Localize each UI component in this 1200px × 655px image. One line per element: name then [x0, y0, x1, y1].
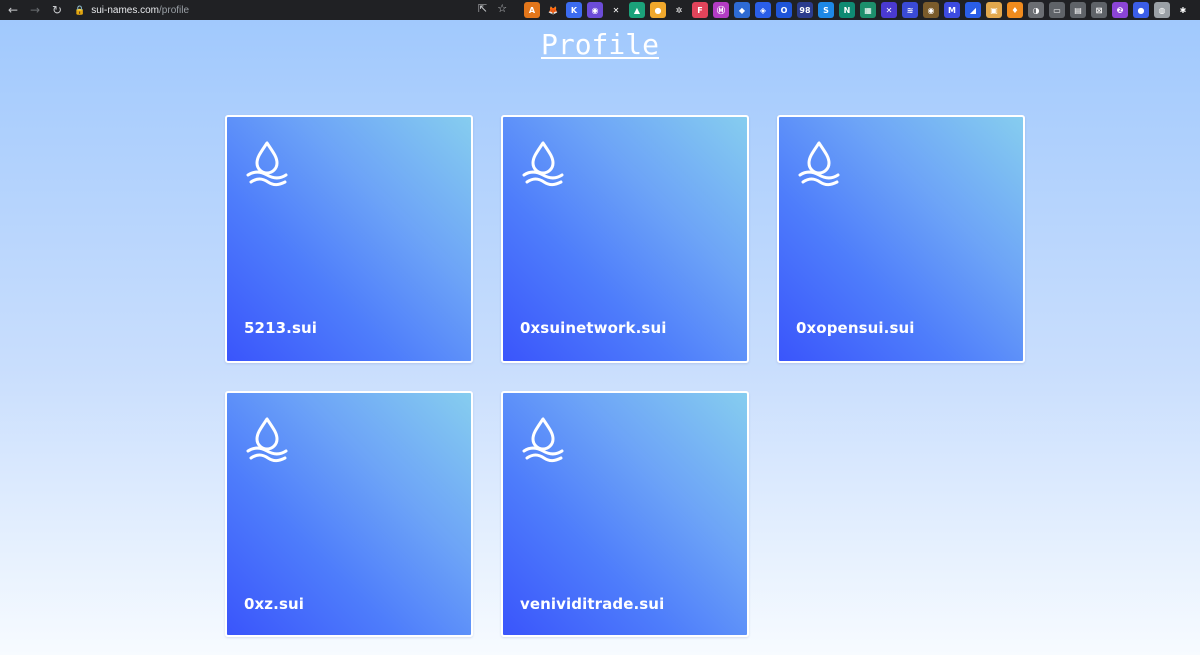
name-card[interactable]: 5213.sui — [225, 115, 473, 363]
extension-icon[interactable]: ✕ — [608, 2, 624, 18]
extension-icon[interactable]: ▲ — [629, 2, 645, 18]
extension-icon[interactable]: 98 — [797, 2, 813, 18]
card-name: 5213.sui — [244, 319, 317, 337]
url-path: /profile — [159, 4, 190, 16]
extension-icon[interactable]: M — [944, 2, 960, 18]
reload-icon[interactable]: ↻ — [48, 1, 66, 19]
extension-icon[interactable]: ✱ — [1175, 2, 1191, 18]
extension-icon[interactable]: 🦊 — [545, 2, 561, 18]
extension-icon[interactable]: ◈ — [755, 2, 771, 18]
page-title: Profile — [540, 28, 659, 61]
sui-drop-icon — [798, 141, 840, 187]
url-domain: sui-names.com — [91, 4, 160, 16]
share-icon[interactable]: ⇱ — [478, 2, 487, 15]
extension-icon[interactable]: ◉ — [923, 2, 939, 18]
name-card[interactable]: 0xsuinetwork.sui — [501, 115, 749, 363]
sui-drop-icon — [246, 417, 288, 463]
sui-drop-icon — [522, 141, 564, 187]
extension-icon[interactable]: ● — [1133, 2, 1149, 18]
extension-icon[interactable]: ≋ — [902, 2, 918, 18]
extension-icon[interactable]: A — [524, 2, 540, 18]
sui-drop-icon — [246, 141, 288, 187]
extensions-bar: A 🦊 K ◉ ✕ ▲ ● ✲ F Ⓜ ◆ ◈ O 98 S N ▦ ✕ ≋ ◉ M ◢ ▣ ♦ ◑ ▭ ▤ ⊠ ❷ ● ◍ ✱ — [524, 2, 1191, 18]
extension-icon[interactable]: ● — [650, 2, 666, 18]
page-content: Profile 5213.sui 0xsuinetwork.sui 0xopen… — [0, 20, 1200, 655]
extension-icon[interactable]: K — [566, 2, 582, 18]
extension-icon[interactable]: Ⓜ — [713, 2, 729, 18]
extension-icon[interactable]: N — [839, 2, 855, 18]
back-arrow-icon[interactable]: ← — [4, 1, 22, 19]
extension-icon[interactable]: ◆ — [734, 2, 750, 18]
card-name: 0xopensui.sui — [796, 319, 915, 337]
extension-icon[interactable]: ▤ — [1070, 2, 1086, 18]
extension-icon[interactable]: S — [818, 2, 834, 18]
extension-icon[interactable]: ▦ — [860, 2, 876, 18]
extension-icon[interactable]: ◍ — [1154, 2, 1170, 18]
bookmark-star-icon[interactable]: ☆ — [497, 2, 507, 15]
extension-icon[interactable]: ◑ — [1028, 2, 1044, 18]
extension-icon[interactable]: ✕ — [881, 2, 897, 18]
browser-toolbar: ← → ↻ 🔒 sui-names.com/profile ⇱ ☆ A 🦊 K ◉ ✕ ▲… — [0, 0, 1200, 20]
name-card[interactable]: 0xopensui.sui — [777, 115, 1025, 363]
extension-icon[interactable]: ⊠ — [1091, 2, 1107, 18]
extension-icon[interactable]: F — [692, 2, 708, 18]
extension-icon[interactable]: ✲ — [671, 2, 687, 18]
extension-icon[interactable]: ◢ — [965, 2, 981, 18]
extension-icon[interactable]: ▣ — [986, 2, 1002, 18]
extension-icon[interactable]: ❷ — [1112, 2, 1128, 18]
name-card[interactable]: venividitrade.sui — [501, 391, 749, 637]
extension-icon[interactable]: ▭ — [1049, 2, 1065, 18]
card-name: 0xsuinetwork.sui — [520, 319, 667, 337]
card-name: 0xz.sui — [244, 595, 304, 613]
address-bar[interactable]: 🔒 sui-names.com/profile — [74, 2, 189, 18]
lock-icon: 🔒 — [74, 4, 86, 15]
extension-icon[interactable]: ◉ — [587, 2, 603, 18]
extension-icon[interactable]: ♦ — [1007, 2, 1023, 18]
sui-drop-icon — [522, 417, 564, 463]
forward-arrow-icon[interactable]: → — [26, 1, 44, 19]
card-name: venividitrade.sui — [520, 595, 665, 613]
name-card[interactable]: 0xz.sui — [225, 391, 473, 637]
extension-icon[interactable]: O — [776, 2, 792, 18]
